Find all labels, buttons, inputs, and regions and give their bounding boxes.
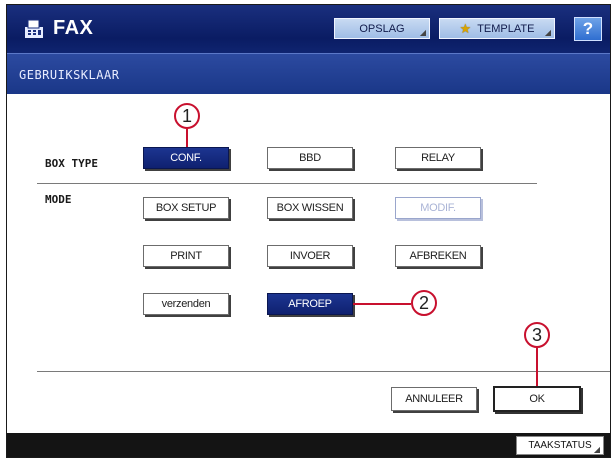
callout-3: 3: [524, 322, 550, 348]
app-title: FAX: [53, 17, 93, 40]
status-bar: GEBRUIKSKLAAR: [7, 53, 610, 94]
app-title-text: FAX: [53, 17, 94, 39]
box-wissen-button[interactable]: BOX WISSEN: [267, 197, 353, 219]
invoer-button[interactable]: INVOER: [267, 245, 353, 267]
job-status-label: TAAKSTATUS: [528, 440, 592, 451]
template-button[interactable]: ★ TEMPLATE ◢: [439, 18, 555, 39]
fax-screen: FAX OPSLAG ◢ ★ TEMPLATE ◢ ? GEBRUIKSKLAA…: [6, 4, 611, 458]
corner-arrow-icon: ◢: [419, 28, 426, 37]
callout-2-line: [353, 303, 411, 305]
callout-1: 1: [174, 103, 200, 129]
box-type-label: BOX TYPE: [45, 157, 98, 170]
title-bar: FAX OPSLAG ◢ ★ TEMPLATE ◢ ?: [7, 5, 610, 53]
corner-arrow-icon: ◢: [593, 445, 600, 454]
opslag-label: OPSLAG: [359, 22, 405, 35]
footer-divider: [37, 371, 610, 372]
callout-2: 2: [411, 290, 437, 316]
footer-bar: TAAKSTATUS ◢: [7, 433, 610, 457]
box-type-bbd-button[interactable]: BBD: [267, 147, 353, 169]
status-message: GEBRUIKSKLAAR: [19, 68, 120, 82]
annuleer-button[interactable]: ANNULEER: [391, 387, 477, 411]
star-icon: ★: [459, 20, 472, 36]
box-type-relay-button[interactable]: RELAY: [395, 147, 481, 169]
mode-label: MODE: [45, 193, 72, 206]
afbreken-button[interactable]: AFBREKEN: [395, 245, 481, 267]
afroep-button[interactable]: AFROEP: [267, 293, 353, 315]
box-setup-button[interactable]: BOX SETUP: [143, 197, 229, 219]
corner-arrow-icon: ◢: [544, 28, 551, 37]
opslag-button[interactable]: OPSLAG ◢: [334, 18, 430, 39]
verzenden-button[interactable]: verzenden: [143, 293, 229, 315]
section-divider: [37, 183, 537, 184]
callout-3-line: [536, 348, 538, 386]
box-type-conf-button[interactable]: CONF.: [143, 147, 229, 169]
template-label: TEMPLATE: [477, 22, 535, 35]
modif-button: MODIF.: [395, 197, 481, 219]
print-button[interactable]: PRINT: [143, 245, 229, 267]
callout-1-line: [186, 129, 188, 147]
job-status-button[interactable]: TAAKSTATUS ◢: [516, 436, 604, 455]
help-button[interactable]: ?: [574, 17, 602, 41]
ok-button[interactable]: OK: [493, 386, 581, 412]
fax-machine-icon: [25, 19, 43, 38]
